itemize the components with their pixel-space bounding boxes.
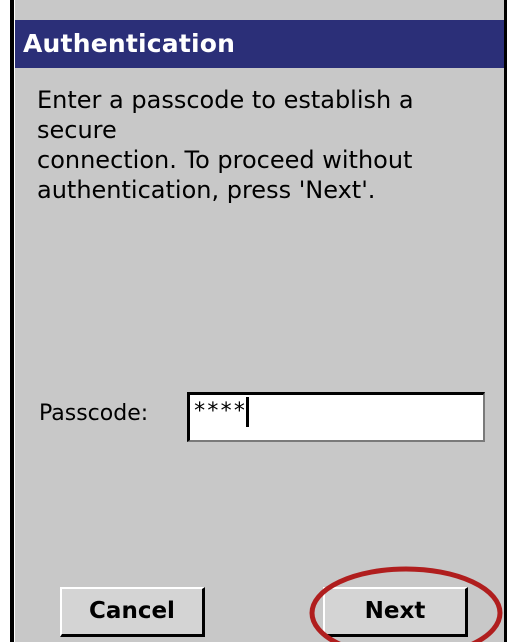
next-button[interactable]: Next xyxy=(323,587,468,637)
dialog-title: Authentication xyxy=(23,29,236,58)
authentication-dialog: Authentication Enter a passcode to estab… xyxy=(15,0,507,642)
passcode-value: **** xyxy=(193,399,246,424)
screen: Authentication Enter a passcode to estab… xyxy=(0,0,523,642)
window-left-border xyxy=(10,0,14,642)
dialog-title-bar: Authentication xyxy=(15,20,504,68)
text-caret xyxy=(245,397,249,427)
passcode-label: Passcode: xyxy=(39,401,149,426)
passcode-input[interactable]: **** xyxy=(187,392,485,442)
cancel-button[interactable]: Cancel xyxy=(60,587,205,637)
instructions-text: Enter a passcode to establish a secure c… xyxy=(37,86,414,204)
